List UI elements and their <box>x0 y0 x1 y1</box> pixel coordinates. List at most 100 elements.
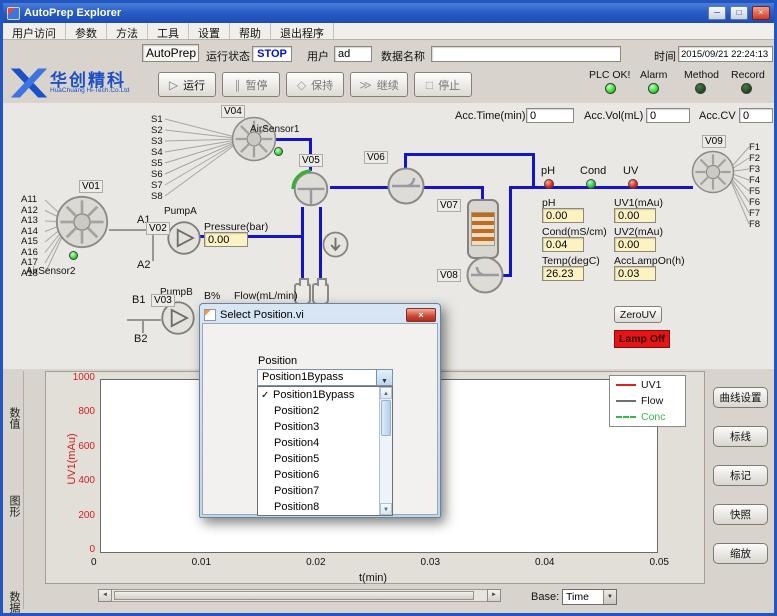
ph-sensor-dot <box>544 179 554 189</box>
base-select[interactable]: Time ▼ <box>562 589 617 605</box>
scroll-down-arrow[interactable]: ▼ <box>380 503 392 515</box>
time-label: 时间 <box>654 48 676 64</box>
pump-a[interactable] <box>166 220 202 256</box>
dialog-body: Position Position1Bypass ▼ ✓Position1Byp… <box>202 323 438 515</box>
valve-v08[interactable] <box>465 255 505 295</box>
port-label: A15 <box>21 237 38 248</box>
dropdown-item[interactable]: Position3 <box>258 419 392 435</box>
scrollbar-thumb[interactable] <box>114 591 474 600</box>
maximize-button[interactable]: □ <box>730 6 748 20</box>
pump-a-label: PumpA <box>164 206 197 217</box>
window-titlebar[interactable]: AutoPrep Explorer ─ □ × <box>3 3 774 23</box>
dropdown-item-label: Position2 <box>274 405 319 417</box>
menu-item[interactable]: 用户访问 <box>3 23 66 39</box>
lamp-off-button[interactable]: Lamp Off <box>614 330 670 348</box>
legend-item: Flow <box>610 392 685 408</box>
port-label: S2 <box>151 125 163 136</box>
uv-sensor-dot <box>628 179 638 189</box>
position-combobox[interactable]: Position1Bypass ▼ <box>257 369 393 386</box>
acc-time-value: 0 <box>526 108 574 123</box>
port-label: F8 <box>749 219 760 230</box>
menu-item[interactable]: 帮助 <box>230 23 271 39</box>
brand-subtitle: HuaChuang Hi-Tech.Co.Ltd <box>50 87 130 94</box>
valve-v01[interactable] <box>55 195 109 249</box>
valve-v09[interactable] <box>691 150 735 194</box>
chart-tool-button[interactable]: 曲线设置 <box>713 387 768 408</box>
x-tick-label: 0.05 <box>650 557 669 568</box>
alarm-label: Alarm <box>640 69 667 81</box>
tab-values[interactable]: 数值 <box>6 407 22 429</box>
scrollbar-track[interactable] <box>112 589 487 602</box>
menu-item[interactable]: 参数 <box>66 23 107 39</box>
port-label: F5 <box>749 186 760 197</box>
ph-sensor-label: pH <box>541 165 555 177</box>
dropdown-item[interactable]: Position5 <box>258 451 392 467</box>
record-label: Record <box>731 69 765 81</box>
dropdown-item[interactable]: Position8 <box>258 499 392 515</box>
run-state-label: 运行状态 <box>206 48 250 64</box>
dropdown-item[interactable]: ✓Position1Bypass <box>258 387 392 403</box>
valve-v04[interactable] <box>231 116 277 162</box>
combobox-dropdown-button[interactable]: ▼ <box>376 370 392 385</box>
dropdown-item[interactable]: Position6 <box>258 467 392 483</box>
continue-icon: ≫ <box>359 78 372 92</box>
port-label: A11 <box>21 195 38 206</box>
acc-time-label: Acc.Time(min) <box>455 110 525 122</box>
scrollbar-thumb[interactable] <box>381 400 391 436</box>
continue-button[interactable]: ≫ 继续 <box>350 72 408 97</box>
pipe <box>404 153 535 156</box>
tab-data[interactable]: 数据 <box>6 591 22 613</box>
chart-horizontal-scrollbar[interactable]: ◄ ► <box>98 589 501 602</box>
dialog-titlebar[interactable]: Select Position.vi × <box>202 306 438 323</box>
y-tick-label: 800 <box>78 407 95 417</box>
valve-v05[interactable] <box>288 165 334 211</box>
waste-drain-icon[interactable] <box>322 231 349 258</box>
port-label: F4 <box>749 175 760 186</box>
chart-tool-button[interactable]: 缩放 <box>713 543 768 564</box>
pressure-value: 0.00 <box>204 232 248 247</box>
chart-tool-button[interactable]: 标线 <box>713 426 768 447</box>
stop-button[interactable]: □ 停止 <box>414 72 472 97</box>
y-tick-label: 0 <box>89 545 95 555</box>
chart-tool-button[interactable]: 标记 <box>713 465 768 486</box>
plc-ok-label: PLC OK! <box>589 69 630 81</box>
hold-button[interactable]: ◇ 保持 <box>286 72 344 97</box>
scroll-right-arrow[interactable]: ► <box>487 589 501 602</box>
user-input[interactable] <box>334 46 372 62</box>
valve-v06[interactable] <box>386 166 426 206</box>
alarm-led <box>648 83 659 94</box>
pause-button[interactable]: ∥ 暂停 <box>222 72 280 97</box>
menu-item[interactable]: 方法 <box>107 23 148 39</box>
zero-uv-button[interactable]: ZeroUV <box>614 306 662 323</box>
data-name-input[interactable] <box>431 46 621 62</box>
app-icon <box>7 7 20 20</box>
menu-item[interactable]: 设置 <box>189 23 230 39</box>
dropdown-item[interactable]: Position2 <box>258 403 392 419</box>
port-label: S7 <box>151 180 163 191</box>
solvent-inlet-ports: S1S2S3S4S5S6S7S8 <box>151 114 163 202</box>
left-panel-divider <box>23 371 24 609</box>
combobox-value: Position1Bypass <box>258 370 376 385</box>
tab-graph[interactable]: 图形 <box>6 495 22 517</box>
dropdown-scrollbar[interactable]: ▲ ▼ <box>379 387 392 515</box>
x-axis-ticks: 00.010.020.030.040.05 <box>91 557 669 568</box>
port-label: S5 <box>151 158 163 169</box>
y-tick-label: 1000 <box>73 373 95 383</box>
tubing <box>152 231 154 261</box>
scroll-up-arrow[interactable]: ▲ <box>380 387 392 399</box>
menu-item[interactable]: 退出程序 <box>271 23 334 39</box>
app-name-box: AutoPrep <box>142 44 199 62</box>
dropdown-item[interactable]: Position4 <box>258 435 392 451</box>
dropdown-item[interactable]: Position7 <box>258 483 392 499</box>
menu-item[interactable]: 工具 <box>148 23 189 39</box>
valve-v06-label: V06 <box>364 151 388 164</box>
chromatography-column[interactable] <box>467 199 499 259</box>
run-button[interactable]: ▷ 运行 <box>158 72 216 97</box>
scroll-left-arrow[interactable]: ◄ <box>98 589 112 602</box>
minimize-button[interactable]: ─ <box>708 6 726 20</box>
dialog-close-button[interactable]: × <box>406 308 436 322</box>
x-tick-label: 0.02 <box>306 557 325 568</box>
close-button[interactable]: × <box>752 6 770 20</box>
chart-tool-button[interactable]: 快照 <box>713 504 768 525</box>
acc-cv-label: Acc.CV <box>699 110 736 122</box>
